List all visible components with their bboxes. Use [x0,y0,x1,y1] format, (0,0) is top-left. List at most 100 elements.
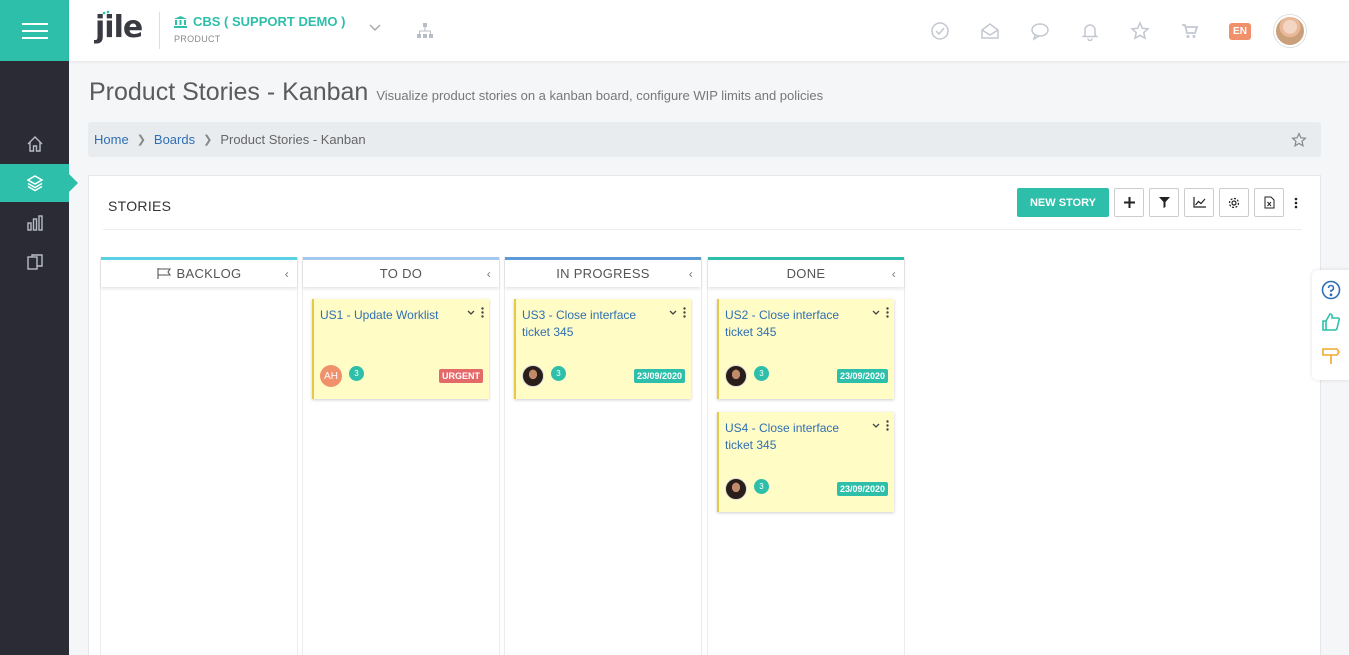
chevron-down-icon[interactable] [872,423,880,429]
question-circle-icon [1321,280,1340,300]
org-selector[interactable]: CBS ( SUPPORT DEMO ) PRODUCT [174,14,345,44]
card-title[interactable]: US4 - Close interface ticket 345 [725,420,865,454]
sidebar-item-boards[interactable] [0,164,78,202]
page-title: Product Stories - Kanban [89,78,369,106]
assignee-avatar[interactable] [725,365,747,387]
cart-icon [1182,24,1199,38]
settings-button[interactable] [1219,188,1249,217]
sidebar-item-documents[interactable] [0,243,69,281]
chevron-down-icon[interactable] [369,24,381,32]
plus-icon [1123,197,1135,208]
assignee-avatar[interactable] [725,478,747,500]
story-card-us1[interactable]: US1 - Update Worklist AH 3 URGENT [312,299,489,399]
assignee-avatar[interactable] [522,365,544,387]
inbox-button[interactable] [965,14,1015,48]
user-menu-button[interactable] [1265,14,1315,48]
sidebar-item-reports[interactable] [0,204,69,242]
new-story-button[interactable]: NEW STORY [1016,188,1109,217]
chart-button[interactable] [1184,188,1214,217]
chat-button[interactable] [1015,14,1065,48]
filter-button[interactable] [1149,188,1179,217]
count-badge: 3 [754,365,769,381]
card-controls [669,307,686,318]
excel-file-icon [1264,196,1274,209]
collapse-column-button[interactable]: ‹ [285,267,289,281]
card-title[interactable]: US3 - Close interface ticket 345 [522,307,662,341]
org-name-row: CBS ( SUPPORT DEMO ) [174,14,345,29]
bar-chart-icon [26,215,43,231]
vertical-dots-icon[interactable] [886,307,889,318]
count-badge: 3 [754,478,769,494]
vertical-dots-icon[interactable] [683,307,686,318]
card-footer: 3 23/09/2020 [725,365,888,387]
vertical-dots-icon[interactable] [481,307,484,318]
card-title[interactable]: US2 - Close interface ticket 345 [725,307,865,341]
bell-icon [1081,24,1099,41]
layers-icon [25,175,44,192]
sidebar-item-home[interactable] [0,125,69,163]
notifications-button[interactable] [1065,14,1115,48]
card-footer: AH 3 URGENT [320,365,483,387]
chevron-right-icon: ❯ [136,134,146,146]
check-circle-icon [931,22,949,40]
column-header: DONE ‹ [708,257,904,287]
logo-divider [159,12,160,49]
thumbs-up-icon [1321,313,1340,332]
bank-icon [174,15,187,28]
panel-divider [103,229,1302,230]
tips-button[interactable] [1321,345,1341,370]
favorites-button[interactable] [1115,14,1165,48]
due-date-badge: 23/09/2020 [633,369,685,383]
count-badge: 3 [349,365,364,381]
star-icon[interactable] [1291,132,1307,148]
inbox-icon [981,23,999,39]
card-controls [872,307,889,318]
signpost-icon [1321,348,1340,365]
column-title: BACKLOG [176,266,242,281]
collapse-column-button[interactable]: ‹ [689,267,693,281]
star-icon [1130,21,1150,40]
vertical-dots-icon[interactable] [886,420,889,431]
cart-button[interactable] [1165,14,1215,48]
breadcrumb-boards[interactable]: Boards [154,132,195,147]
filter-icon [1158,197,1170,208]
documents-icon [26,254,43,270]
card-footer: 3 23/09/2020 [522,365,685,387]
card-controls [467,307,484,318]
help-button[interactable] [1321,280,1341,305]
export-excel-button[interactable] [1254,188,1284,217]
breadcrumb-home[interactable]: Home [94,132,129,147]
hierarchy-icon[interactable] [416,22,434,40]
app-logo[interactable]: jile [95,10,143,45]
assignee-avatar[interactable]: AH [320,365,342,387]
card-controls [872,420,889,431]
language-button[interactable]: EN [1215,14,1265,48]
add-button[interactable] [1114,188,1144,217]
vertical-dots-icon [1294,197,1298,208]
menu-toggle-button[interactable] [0,0,69,61]
story-card-us4[interactable]: US4 - Close interface ticket 345 3 23/09… [717,412,894,512]
flag-icon [156,268,171,279]
tasks-button[interactable] [915,14,965,48]
panel-title: STORIES [108,198,172,214]
user-avatar [1274,15,1306,47]
count-badge: 3 [551,365,566,381]
card-title[interactable]: US1 - Update Worklist [320,307,460,324]
more-options-button[interactable] [1289,188,1303,217]
collapse-column-button[interactable]: ‹ [487,267,491,281]
chevron-down-icon[interactable] [872,310,880,316]
home-icon [27,136,42,152]
column-header: BACKLOG ‹ [101,257,297,287]
collapse-column-button[interactable]: ‹ [892,267,896,281]
card-footer: 3 23/09/2020 [725,478,888,500]
page-subtitle: Visualize product stories on a kanban bo… [376,88,824,103]
chevron-down-icon[interactable] [467,310,475,316]
chevron-right-icon: ❯ [203,134,213,146]
story-card-us2[interactable]: US2 - Close interface ticket 345 3 23/09… [717,299,894,399]
story-card-us3[interactable]: US3 - Close interface ticket 345 3 23/09… [514,299,691,399]
board-toolbar: NEW STORY [1016,188,1303,217]
chevron-down-icon[interactable] [669,310,677,316]
feedback-button[interactable] [1321,312,1341,337]
column-title: DONE [786,266,826,281]
column-backlog: BACKLOG ‹ [100,257,298,655]
